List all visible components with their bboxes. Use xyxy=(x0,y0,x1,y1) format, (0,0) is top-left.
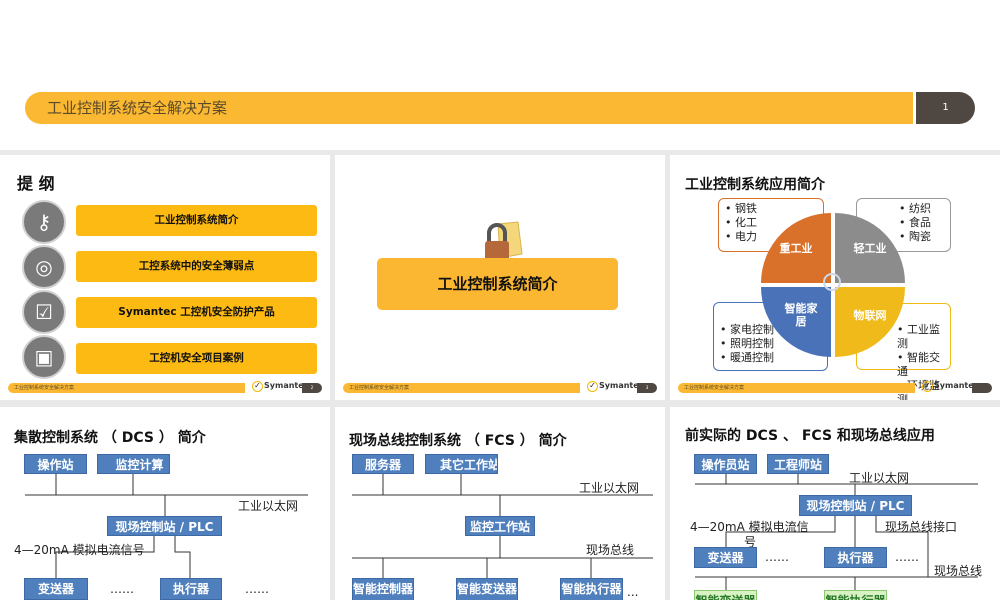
outline-item: 工控系统中的安全薄弱点 xyxy=(76,251,317,282)
ethernet-label: 工业以太网 xyxy=(579,481,640,495)
keys-icon: ⚷ xyxy=(22,200,66,244)
cycle-arrows-icon xyxy=(823,273,841,291)
slide-3-thumbnail[interactable]: 工业控制系统简介 工业控制系统安全解决方案 ✓ Symantec. 3 xyxy=(335,155,665,400)
list-item: • 工业监测 xyxy=(897,323,940,350)
ellipsis: ... xyxy=(627,585,639,599)
actuator-box: 执行器 xyxy=(824,547,887,568)
list-item: • 纺织 xyxy=(899,202,931,215)
ellipsis: …… xyxy=(895,550,919,564)
slide-1-preview[interactable]: 工业控制系统安全解决方案 1 xyxy=(0,0,1000,150)
page-number: 3 xyxy=(637,383,657,393)
monitor-workstation-box: 监控工作站 xyxy=(465,516,535,536)
ellipsis: …… xyxy=(245,582,269,596)
page-number xyxy=(972,383,992,393)
footer-bar: 工业控制系统安全解决方案 xyxy=(343,383,580,393)
smart-controller-box: 智能控制器 xyxy=(352,578,414,600)
operator-station-box: 操作站 xyxy=(24,454,87,474)
fieldbus-interface-label: 现场总线接口 xyxy=(885,520,958,534)
server-box: 服务器 xyxy=(352,454,414,474)
slide-1-title-bar: 工业控制系统安全解决方案 xyxy=(25,92,913,124)
outline-item: 工业控制系统简介 xyxy=(76,205,317,236)
page-number: 2 xyxy=(302,383,322,393)
outline-item: Symantec 工控机安全防护产品 xyxy=(76,297,317,328)
slide-6-thumbnail[interactable]: 现场总线控制系统 （ FCS ） 简介 服务器 其它工作站 工业以太网 监控工作… xyxy=(335,407,665,600)
section-title: 工业控制系统简介 xyxy=(377,258,618,310)
slide-title: 现场总线控制系统 （ FCS ） 简介 xyxy=(349,433,567,449)
slide-4-thumbnail[interactable]: 工业控制系统应用简介 • 钢铁 • 化工 • 电力 • 纺织 • 食品 • 陶瓷… xyxy=(670,155,1000,400)
footer-bar: 工业控制系统安全解决方案 xyxy=(8,383,245,393)
list-item: • 智能交通 xyxy=(897,351,940,378)
slide-7-thumbnail[interactable]: 前实际的 DCS 、 FCS 和现场总线应用 操作员站 工程师站 工业以太网 现… xyxy=(670,407,1000,600)
operator-station-box: 操作员站 xyxy=(694,454,757,474)
actuator-box: 执行器 xyxy=(160,578,222,600)
slide-2-thumbnail[interactable]: 提 纲 ⚷ ◎ ☑ ▣ 工业控制系统简介 工控系统中的安全薄弱点 Symante… xyxy=(0,155,330,400)
monitor-computer-box: 监控计算 xyxy=(97,454,170,474)
slide-title: 提 纲 xyxy=(17,174,55,193)
target-icon: ◎ xyxy=(22,245,66,289)
list-item: • 暖通控制 xyxy=(720,351,774,364)
smart-actuator-box: 智能执行器 xyxy=(560,578,623,600)
ellipsis: …… xyxy=(765,550,789,564)
transmitter-box: 变送器 xyxy=(694,547,757,568)
outline-item: 工控机安全项目案例 xyxy=(76,343,317,374)
ethernet-label: 工业以太网 xyxy=(238,499,299,513)
slide-title: 工业控制系统应用简介 xyxy=(685,177,825,193)
shield-check-icon: ☑ xyxy=(22,290,66,334)
ethernet-label: 工业以太网 xyxy=(849,471,910,485)
plc-box: 现场控制站 / PLC xyxy=(799,495,912,516)
list-item: • 食品 xyxy=(899,216,931,229)
slide-title: 前实际的 DCS 、 FCS 和现场总线应用 xyxy=(685,428,935,444)
fieldbus-label: 现场总线 xyxy=(586,543,635,557)
smart-transmitter-box: 智能变送器 xyxy=(456,578,518,600)
fieldbus-label: 现场总线 xyxy=(934,564,983,578)
signal-label: 4—20mA 模拟电流信号 xyxy=(14,543,145,557)
list-item: • 钢铁 xyxy=(725,202,757,215)
list-item: • 陶瓷 xyxy=(899,230,931,243)
plc-box: 现场控制站 / PLC xyxy=(107,516,222,536)
slide-5-thumbnail[interactable]: 集散控制系统 （ DCS ） 简介 操作站 监控计算 工业以太网 现场控制站 /… xyxy=(0,407,330,600)
footer-bar: 工业控制系统安全解决方案 xyxy=(678,383,915,393)
engineer-station-box: 工程师站 xyxy=(767,454,829,474)
slide-title: 集散控制系统 （ DCS ） 简介 xyxy=(14,430,206,446)
smart-actuator-box: 智能执行器 xyxy=(824,590,887,600)
monitor-chart-icon: ▣ xyxy=(22,335,66,379)
ellipsis: …… xyxy=(110,582,134,596)
transmitter-box: 变送器 xyxy=(24,578,88,600)
smart-transmitter-box: 智能变送器 xyxy=(694,590,757,600)
slide-1-page-number: 1 xyxy=(916,92,975,124)
other-workstation-box: 其它工作站 xyxy=(425,454,498,474)
